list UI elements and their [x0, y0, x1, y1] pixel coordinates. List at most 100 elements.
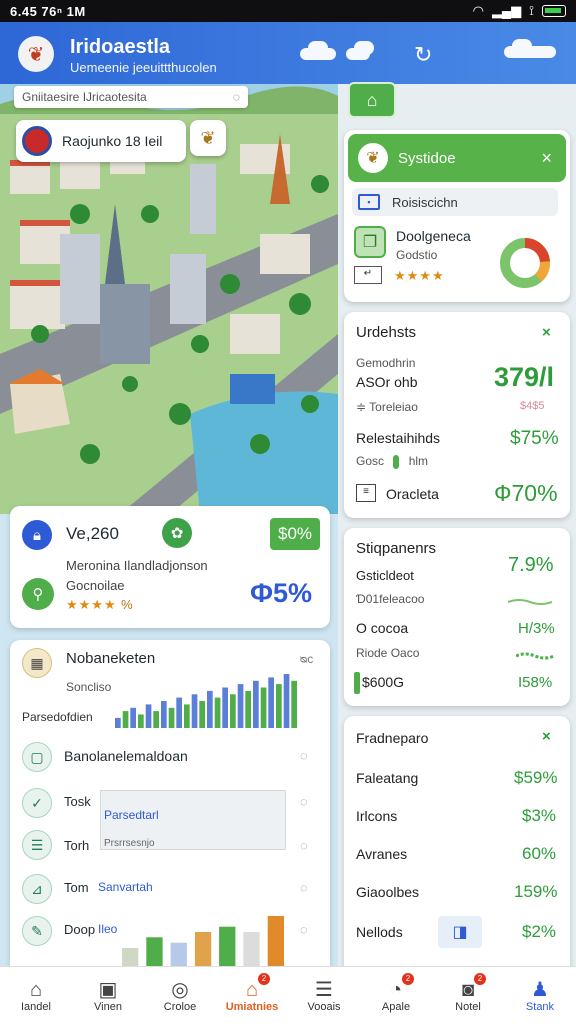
nav-label: Umiatnies: [225, 1000, 279, 1013]
search-placeholder: Gniitaesire IJricaotesita: [22, 90, 147, 104]
doc-icon: ▢: [22, 742, 52, 772]
metric-label: Relestaihihds: [356, 430, 441, 446]
calendar-button[interactable]: ◨: [438, 916, 482, 948]
battery-icon: [542, 5, 566, 17]
summary-sub: Godstio: [396, 248, 438, 262]
nav-home[interactable]: ⌂ Iandel: [0, 967, 72, 1024]
stat-value: H/3%: [518, 620, 555, 637]
medal-icon[interactable]: ❦: [190, 120, 226, 156]
metric-sub: ASOr ohb: [356, 374, 418, 390]
stat-stars: ★★★★ %: [66, 596, 133, 614]
vinen-icon: ▣: [98, 978, 118, 1001]
summary-field[interactable]: ▪ Roisiscichn: [352, 188, 558, 216]
globe-icon: ◎: [171, 978, 189, 1001]
close-icon[interactable]: ×: [541, 148, 552, 169]
row-label: Tom: [64, 880, 89, 895]
chart-bar: [276, 684, 282, 728]
chart-bar: [268, 677, 274, 728]
breakdown-label: Faleatang: [356, 770, 419, 786]
stats-card: 🔒︎ Ve,260 ✿ $0% ⚲ Meronina Ilandladjonso…: [10, 506, 330, 628]
stat-top-value: Ve,260: [66, 524, 119, 543]
bottom-nav: ⌂ Iandel ▣ Vinen ◎ Croloe ⌂ 2 Umiatnies ☰ Vooa…: [0, 966, 576, 1024]
wifi-icon: ◠: [472, 3, 484, 18]
row-action-icon[interactable]: ◌: [300, 838, 308, 853]
tag-icon: ↵: [354, 266, 382, 284]
row-action-icon[interactable]: ◌: [300, 922, 308, 937]
row-tag: Parsedtarl: [104, 808, 159, 822]
lock-icon[interactable]: 🔒︎: [22, 520, 52, 550]
row-action-icon[interactable]: ◌: [300, 794, 308, 809]
store-button[interactable]: ⌂: [348, 82, 396, 118]
location-chip[interactable]: Raojunko 18 Ieil: [16, 120, 186, 162]
nav-label: Vooais: [307, 1000, 341, 1013]
map-search-input[interactable]: Gniitaesire IJricaotesita ◌: [14, 86, 248, 108]
cloud-icon: [504, 39, 556, 58]
nav-croloe[interactable]: ◎ Croloe: [144, 967, 216, 1024]
people-icon: ♟: [531, 978, 549, 1001]
store-icon: ⌂: [245, 978, 259, 1001]
search-icon[interactable]: ◌: [233, 90, 240, 104]
stat-label: Gsticldeot: [356, 568, 414, 583]
percent-badge: $0%: [270, 518, 320, 550]
series-label: Soncliso: [66, 680, 112, 694]
nfc-icon: ⟟: [529, 3, 534, 18]
chart-bar: [237, 684, 244, 728]
nav-apale[interactable]: ◔ 2 Apale: [360, 967, 432, 1024]
emblem-icon: [22, 126, 52, 156]
share-icon[interactable]: ✿: [162, 518, 192, 548]
nav-vooais[interactable]: ☰ Vooais: [288, 967, 360, 1024]
tree-icon: ⚲: [22, 578, 54, 610]
app-bar: ❦ Iridoaestla Uemeenie jeeuittthucolen ↻: [0, 22, 576, 84]
check-icon: ✓: [22, 788, 52, 818]
notification-badge: 2: [402, 973, 414, 985]
stat-label: O cocoa: [356, 620, 409, 636]
nav-stank[interactable]: ♟ Stank: [504, 967, 576, 1024]
cloud-icon: [300, 41, 336, 60]
breakdown-value: $3%: [522, 806, 557, 825]
breakdown-card: Fradneparo × Faleatang $59% Irlcons $3% …: [344, 716, 570, 974]
cloud-icon: [346, 41, 374, 60]
chart-bar: [122, 711, 129, 728]
nav-notel[interactable]: ◙ 2 Notel: [432, 967, 504, 1024]
nav-label: Croloe: [163, 1000, 197, 1013]
app-logo-icon: ❦: [18, 36, 54, 72]
nav-label: Stank: [525, 1000, 555, 1013]
status-pill-icon: [393, 454, 400, 469]
breakdown-value: $59%: [514, 768, 558, 787]
close-icon[interactable]: ×: [542, 324, 551, 341]
donut-chart: [500, 238, 550, 288]
signal-icon: ▂▄▆: [491, 3, 522, 18]
refresh-icon[interactable]: ↻: [414, 42, 432, 68]
nav-label: Apale: [381, 1000, 411, 1013]
metric-small: ≑ Toreleiao: [356, 400, 418, 414]
rating-pct: %: [121, 597, 133, 612]
row-tag: Sanvartah: [98, 880, 153, 894]
row-label: Torh: [64, 838, 90, 853]
stat-label: $600G: [362, 674, 405, 690]
chart-bar: [214, 697, 221, 728]
row-label: Banolanelemaldoan: [64, 748, 188, 764]
breakdown-value: 60%: [522, 844, 557, 863]
metric-sub: hlm: [408, 454, 429, 468]
stat-value: 7.9%: [508, 554, 554, 576]
metrics-title: Urdehsts: [356, 324, 417, 341]
stats-title: Stiqpanenrs: [356, 540, 437, 557]
breakdown-label: Nellods: [356, 924, 403, 940]
chart-bar: [191, 694, 198, 728]
nav-label: Vinen: [94, 1000, 122, 1013]
metric-tag: $4$5: [520, 400, 545, 412]
chart-close-icon[interactable]: ᴓᴄ: [300, 652, 313, 666]
row-action-icon[interactable]: ◌: [300, 748, 308, 763]
nav-umiatnies[interactable]: ⌂ 2 Umiatnies: [216, 967, 288, 1024]
nav-label: Notel: [455, 1000, 481, 1013]
nav-vinen[interactable]: ▣ Vinen: [72, 967, 144, 1024]
row-action-icon[interactable]: ◌: [300, 880, 308, 895]
metric-value: $75%: [510, 428, 559, 449]
chart-icon: ⊿: [22, 874, 52, 904]
location-label: Raojunko 18 Ieil: [62, 133, 163, 149]
axis-label: Parsedofdien: [22, 710, 93, 724]
close-icon[interactable]: ×: [542, 728, 551, 745]
row-label: Doop: [64, 922, 96, 937]
chart-bar: [207, 690, 213, 728]
breakdown-title: Fradneparo: [356, 730, 429, 746]
